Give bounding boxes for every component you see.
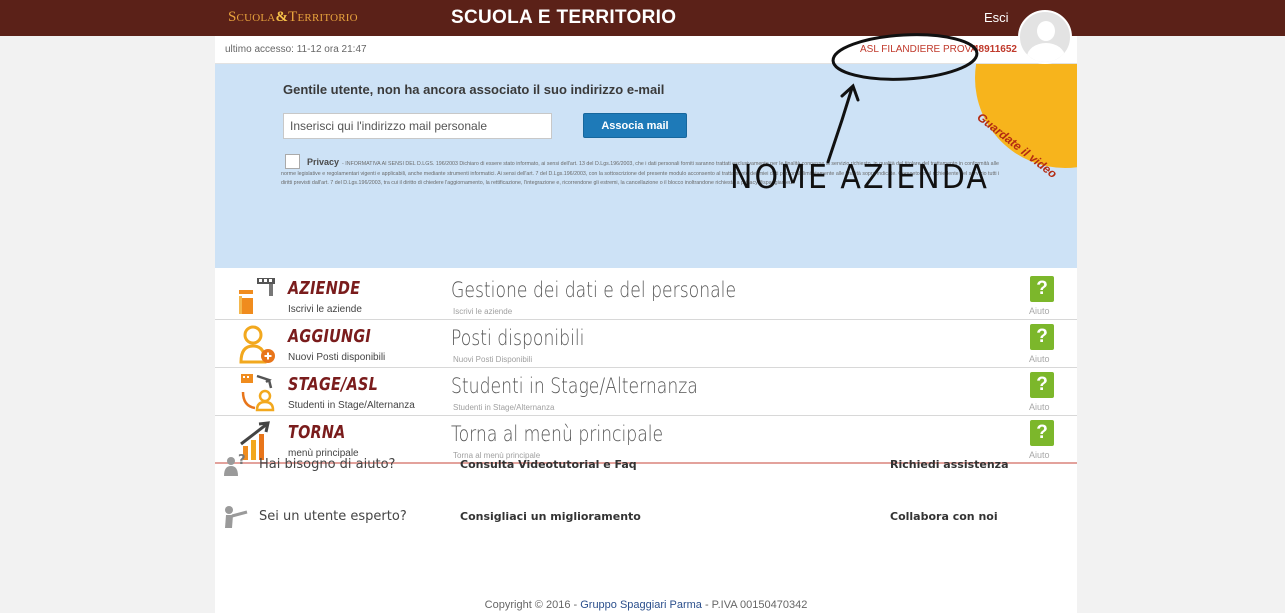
app-logo[interactable]: Scuola&Territorio (228, 9, 358, 26)
help-button[interactable]: ? (1030, 276, 1054, 302)
access-bar: ultimo accesso: 11-12 ora 21:47 ASL FILA… (215, 36, 1077, 64)
help-row: ? Hai bisogno di aiuto? Consulta Videotu… (215, 452, 1077, 478)
menu-item-name: TORNA (288, 422, 346, 443)
buildings-icon (239, 278, 275, 314)
footer-copyright: Copyright © 2016 - (484, 599, 581, 611)
expert-question: Sei un utente esperto? (259, 509, 407, 524)
menu-item-title[interactable]: Gestione dei dati e del personale (451, 278, 736, 302)
svg-text:?: ? (238, 453, 246, 468)
help-button[interactable]: ? (1030, 324, 1054, 350)
avatar-body-shape (1027, 43, 1065, 62)
company-name: ASL FILANDIERE PROVA (860, 44, 978, 55)
suggest-link[interactable]: Consigliaci un miglioramento (460, 510, 641, 523)
menu-item-description: Nuovi Posti Disponibili (453, 355, 533, 364)
menu-item-description: Studenti in Stage/Alternanza (453, 403, 555, 412)
transfer-person-icon (241, 374, 275, 412)
help-question: Hai bisogno di aiuto? (259, 457, 396, 472)
menu-item-name: STAGE/ASL (288, 374, 378, 395)
menu-item-aziende[interactable]: AZIENDE Iscrivi le aziende Gestione dei … (215, 272, 1077, 320)
menu-item-title[interactable]: Torna al menù principale (451, 422, 663, 446)
add-person-icon (239, 325, 275, 364)
logo-part-1: Scuola (228, 9, 276, 25)
privacy-label: Privacy (307, 157, 340, 167)
last-access-text: ultimo accesso: 11-12 ora 21:47 (225, 44, 367, 55)
menu-item-subtitle: Iscrivi le aziende (288, 304, 362, 315)
person-question-icon: ? (224, 453, 246, 476)
collaborate-link[interactable]: Collabora con noi (890, 510, 998, 523)
expert-row: Sei un utente esperto? Consigliaci un mi… (215, 504, 1077, 530)
main-menu: AZIENDE Iscrivi le aziende Gestione dei … (215, 272, 1077, 464)
help-label: Aiuto (1029, 354, 1050, 364)
person-pointing-icon (225, 506, 248, 528)
annotation-label: NOME AZIENDA (730, 158, 989, 197)
menu-item-subtitle: Nuovi Posti disponibili (288, 352, 386, 363)
footer: Copyright © 2016 - Gruppo Spaggiari Parm… (215, 599, 1077, 611)
associate-mail-button[interactable]: Associa mail (583, 113, 687, 138)
company-code: 48911652 (973, 44, 1017, 55)
help-button[interactable]: ? (1030, 420, 1054, 446)
email-input[interactable] (283, 113, 552, 139)
footer-company-link[interactable]: Gruppo Spaggiari Parma (580, 599, 702, 611)
app-title: SCUOLA E TERRITORIO (451, 7, 677, 28)
menu-item-title[interactable]: Posti disponibili (451, 326, 584, 350)
email-notice-title: Gentile utente, non ha ancora associato … (283, 82, 665, 97)
logout-button[interactable]: Esci (984, 10, 1009, 25)
user-avatar[interactable] (1018, 10, 1072, 64)
menu-item-name: AGGIUNGI (288, 326, 371, 347)
tutorial-link[interactable]: Consulta Videotutorial e Faq (460, 458, 637, 471)
menu-item-aggiungi[interactable]: AGGIUNGI Nuovi Posti disponibili Posti d… (215, 320, 1077, 368)
help-label: Aiuto (1029, 306, 1050, 316)
support-link[interactable]: Richiedi assistenza (890, 458, 1009, 471)
help-label: Aiuto (1029, 402, 1050, 412)
help-button[interactable]: ? (1030, 372, 1054, 398)
footer-vat: - P.IVA 00150470342 (701, 599, 808, 611)
menu-item-name: AZIENDE (288, 278, 361, 299)
menu-item-title[interactable]: Studenti in Stage/Alternanza (451, 374, 698, 398)
logo-ampersand: & (275, 9, 289, 25)
main-content: ultimo accesso: 11-12 ora 21:47 ASL FILA… (215, 36, 1077, 613)
avatar-head-shape (1037, 21, 1055, 41)
menu-item-description: Iscrivi le aziende (453, 307, 513, 316)
top-bar: Scuola&Territorio SCUOLA E TERRITORIO Es… (0, 0, 1285, 36)
menu-item-subtitle: Studenti in Stage/Alternanza (288, 400, 415, 411)
logo-part-2: Territorio (288, 9, 358, 25)
menu-item-stage-asl[interactable]: STAGE/ASL Studenti in Stage/Alternanza S… (215, 368, 1077, 416)
